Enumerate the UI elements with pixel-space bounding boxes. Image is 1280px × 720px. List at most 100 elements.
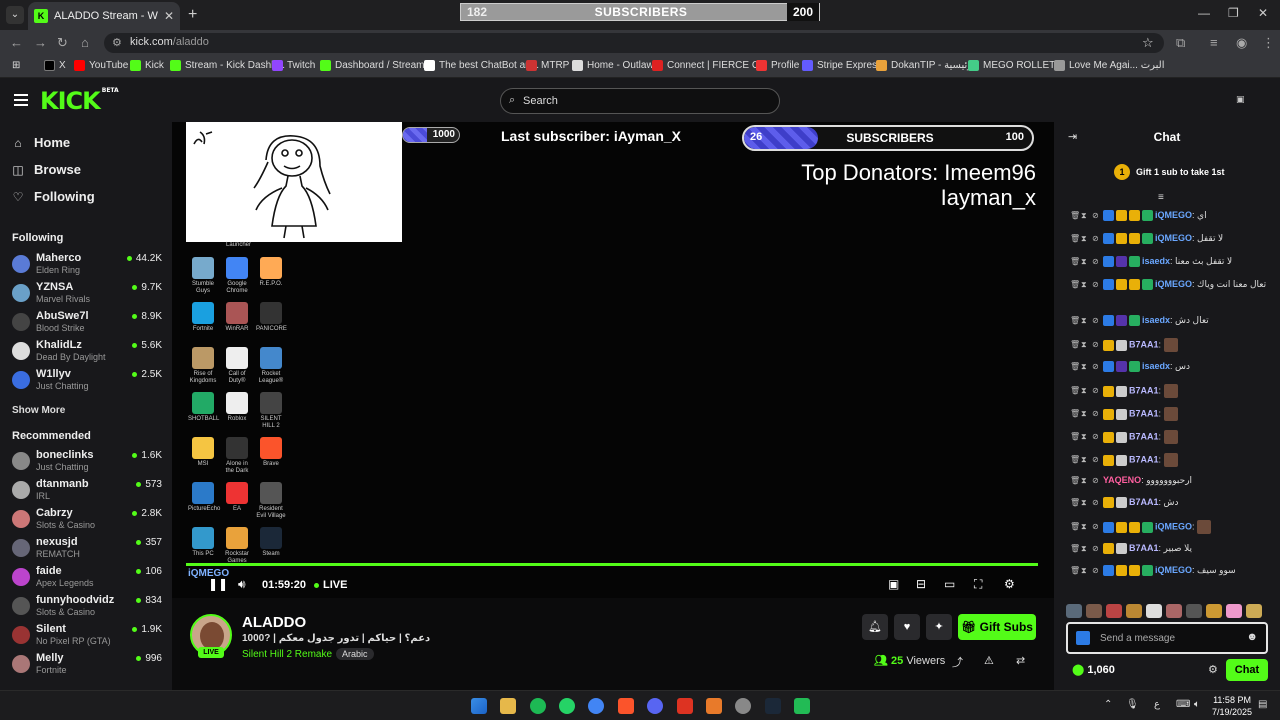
timeout-icon[interactable]: ⧗ xyxy=(1081,476,1089,486)
ban-icon[interactable]: ⊘ xyxy=(1092,544,1100,553)
apps-icon[interactable]: ⊞ xyxy=(12,60,20,71)
chat-username[interactable]: iQMEGO xyxy=(1155,521,1192,531)
emote-10[interactable] xyxy=(1246,604,1262,618)
search-input[interactable]: ⌕ Search xyxy=(500,88,780,114)
tab-search-icon[interactable]: ⌄ xyxy=(6,6,24,24)
recommended-channel[interactable]: Melly Fortnite 996 xyxy=(12,652,162,680)
emoji-picker-icon[interactable]: ☻ xyxy=(1246,631,1258,643)
chat-username[interactable]: iQMEGO xyxy=(1155,233,1192,243)
delete-icon[interactable]: 🗑︎ xyxy=(1070,566,1080,575)
mic-icon[interactable]: 🎙︎ xyxy=(1126,699,1139,710)
delete-icon[interactable]: 🗑︎ xyxy=(1070,386,1080,395)
chat-message[interactable]: 🗑︎⧗ ⊘ isaedx: لا تقفل بث معنا xyxy=(1070,256,1270,268)
timeout-icon[interactable]: ⧗ xyxy=(1081,257,1089,267)
delete-icon[interactable]: 🗑︎ xyxy=(1070,362,1080,371)
chat-username[interactable]: B7AA1 xyxy=(1129,385,1159,395)
emote-4[interactable] xyxy=(1126,604,1142,618)
stream-category[interactable]: Silent Hill 2 Remake xyxy=(242,649,332,660)
file-explorer-icon[interactable] xyxy=(500,698,516,714)
notification-bell-icon[interactable]: 🔔︎ xyxy=(862,614,888,640)
speaker-icon[interactable]: 🔈︎ xyxy=(1194,699,1200,710)
notification-icon[interactable]: ▤ xyxy=(1258,699,1267,710)
gift-leaderboard-banner[interactable]: 1 Gift 1 sub to take 1st xyxy=(1114,164,1225,180)
ban-icon[interactable]: ⊘ xyxy=(1092,522,1100,531)
emote-5[interactable] xyxy=(1146,604,1162,618)
delete-icon[interactable]: 🗑︎ xyxy=(1070,544,1080,553)
menu-icon[interactable]: ⋮ xyxy=(1262,35,1275,51)
bookmark-7[interactable]: MTRP xyxy=(526,60,569,71)
site-info-icon[interactable]: ⚙ xyxy=(112,36,122,49)
ban-icon[interactable]: ⊘ xyxy=(1092,340,1100,349)
timeout-icon[interactable]: ⧗ xyxy=(1081,340,1089,350)
forward-icon[interactable]: → xyxy=(34,35,47,50)
emote-7[interactable] xyxy=(1186,604,1202,618)
show-more-button[interactable]: Show More xyxy=(12,405,65,416)
chat-username[interactable]: isaedx xyxy=(1142,256,1170,266)
chat-message[interactable]: 🗑︎⧗ ⊘ B7AA1: xyxy=(1070,453,1270,467)
sidebar-menu-icon[interactable] xyxy=(14,94,28,106)
restore-icon[interactable]: ❐ xyxy=(1228,6,1239,20)
chat-username[interactable]: B7AA1 xyxy=(1129,543,1159,553)
brave-icon[interactable] xyxy=(618,698,634,714)
ban-icon[interactable]: ⊘ xyxy=(1092,498,1100,507)
chat-username[interactable]: iQMEGO xyxy=(1155,565,1192,575)
network-icon[interactable]: ⌨ xyxy=(1176,699,1190,710)
sidebar-item-browse[interactable]: ◫ Browse xyxy=(12,162,81,177)
timeout-icon[interactable]: ⧗ xyxy=(1081,211,1089,221)
start-icon[interactable] xyxy=(471,698,487,714)
settings-gear-icon[interactable]: ⚙ xyxy=(1004,577,1015,591)
chat-username[interactable]: B7AA1 xyxy=(1129,431,1159,441)
clip-icon[interactable]: ⊟ xyxy=(916,577,926,591)
chat-message[interactable]: 🗑︎⧗ ⊘ B7AA1: xyxy=(1070,430,1270,444)
following-channel[interactable]: Maherco Elden Ring 44.2K xyxy=(12,252,162,280)
bookmark-4[interactable]: Twitch xyxy=(272,60,315,71)
streamer-name[interactable]: ALADDO xyxy=(242,614,306,631)
bookmark-12[interactable]: DokanTIP - الرئيسية xyxy=(876,60,979,71)
chat-username[interactable]: B7AA1 xyxy=(1129,408,1159,418)
taskbar-clock[interactable]: 11:58 PM 7/19/2025 xyxy=(1212,694,1252,718)
close-window-icon[interactable]: ✕ xyxy=(1258,6,1268,20)
share-icon[interactable]: ⤴ xyxy=(952,654,963,670)
bookmark-8[interactable]: Home - Outlaw xyxy=(572,60,654,71)
pause-icon[interactable]: ❚❚ xyxy=(208,577,228,591)
chat-settings-icon[interactable]: ⚙ xyxy=(1208,663,1218,676)
chat-username[interactable]: iQMEGO xyxy=(1155,210,1192,220)
timeout-icon[interactable]: ⧗ xyxy=(1081,234,1089,244)
app-2-icon[interactable] xyxy=(706,698,722,714)
ban-icon[interactable]: ⊘ xyxy=(1092,476,1100,485)
chat-username[interactable]: YAQENO xyxy=(1103,475,1141,485)
emote-1[interactable] xyxy=(1066,604,1082,618)
timeout-icon[interactable]: ⧗ xyxy=(1081,498,1089,508)
new-tab-icon[interactable]: + xyxy=(188,6,197,24)
ban-icon[interactable]: ⊘ xyxy=(1092,211,1100,220)
pip-icon[interactable]: ▣ xyxy=(888,577,899,591)
recommended-channel[interactable]: dtanmanb IRL 573 xyxy=(12,478,162,506)
app-4-icon[interactable] xyxy=(794,698,810,714)
emote-6[interactable] xyxy=(1166,604,1182,618)
timeout-icon[interactable]: ⧗ xyxy=(1081,522,1089,532)
reload-icon[interactable]: ↻ xyxy=(57,35,68,51)
sidebar-item-following[interactable]: ♡ Following xyxy=(12,189,95,204)
language-tag[interactable]: Arabic xyxy=(336,648,374,660)
ban-icon[interactable]: ⊘ xyxy=(1092,455,1100,464)
bookmark-13[interactable]: MEGO ROLLETE xyxy=(968,60,1062,71)
emote-9[interactable] xyxy=(1226,604,1242,618)
extensions-icon[interactable]: ⧉ xyxy=(1176,35,1185,51)
chat-message[interactable]: 🗑︎⧗ ⊘ iQMEGO: اي xyxy=(1070,210,1270,222)
delete-icon[interactable]: 🗑︎ xyxy=(1070,522,1080,531)
gift-subs-button[interactable]: 🎁︎ Gift Subs xyxy=(958,614,1036,640)
bookmark-14[interactable]: Love Me Agai... البرت xyxy=(1054,60,1165,71)
delete-icon[interactable]: 🗑︎ xyxy=(1070,498,1080,507)
recommended-channel[interactable]: Silent No Pixel RP (GTA) 1.9K xyxy=(12,623,162,651)
chat-message[interactable]: 🗑︎⧗ ⊘ iQMEGO: سوو سيف xyxy=(1070,565,1270,577)
delete-icon[interactable]: 🗑︎ xyxy=(1070,211,1080,220)
bookmark-3[interactable]: Stream - Kick Dashb... xyxy=(170,60,285,71)
chat-message[interactable]: 🗑︎⧗ ⊘ B7AA1: xyxy=(1070,407,1270,421)
recommended-channel[interactable]: boneclinks Just Chatting 1.6K xyxy=(12,449,162,477)
chat-message[interactable]: 🗑︎⧗ ⊘ B7AA1: xyxy=(1070,338,1270,352)
url-field[interactable]: ⚙ kick.com/aladdo xyxy=(104,33,1164,53)
video-player[interactable]: 1000 Last subscriber: iAyman_X 26 SUBSCR… xyxy=(172,122,1054,598)
chat-message[interactable]: 🗑︎⧗ ⊘ iQMEGO: لا تقفل xyxy=(1070,233,1270,245)
chat-message-input[interactable]: Send a message ☻ xyxy=(1066,622,1268,654)
more-options-icon[interactable]: ⇄ xyxy=(1016,654,1025,667)
